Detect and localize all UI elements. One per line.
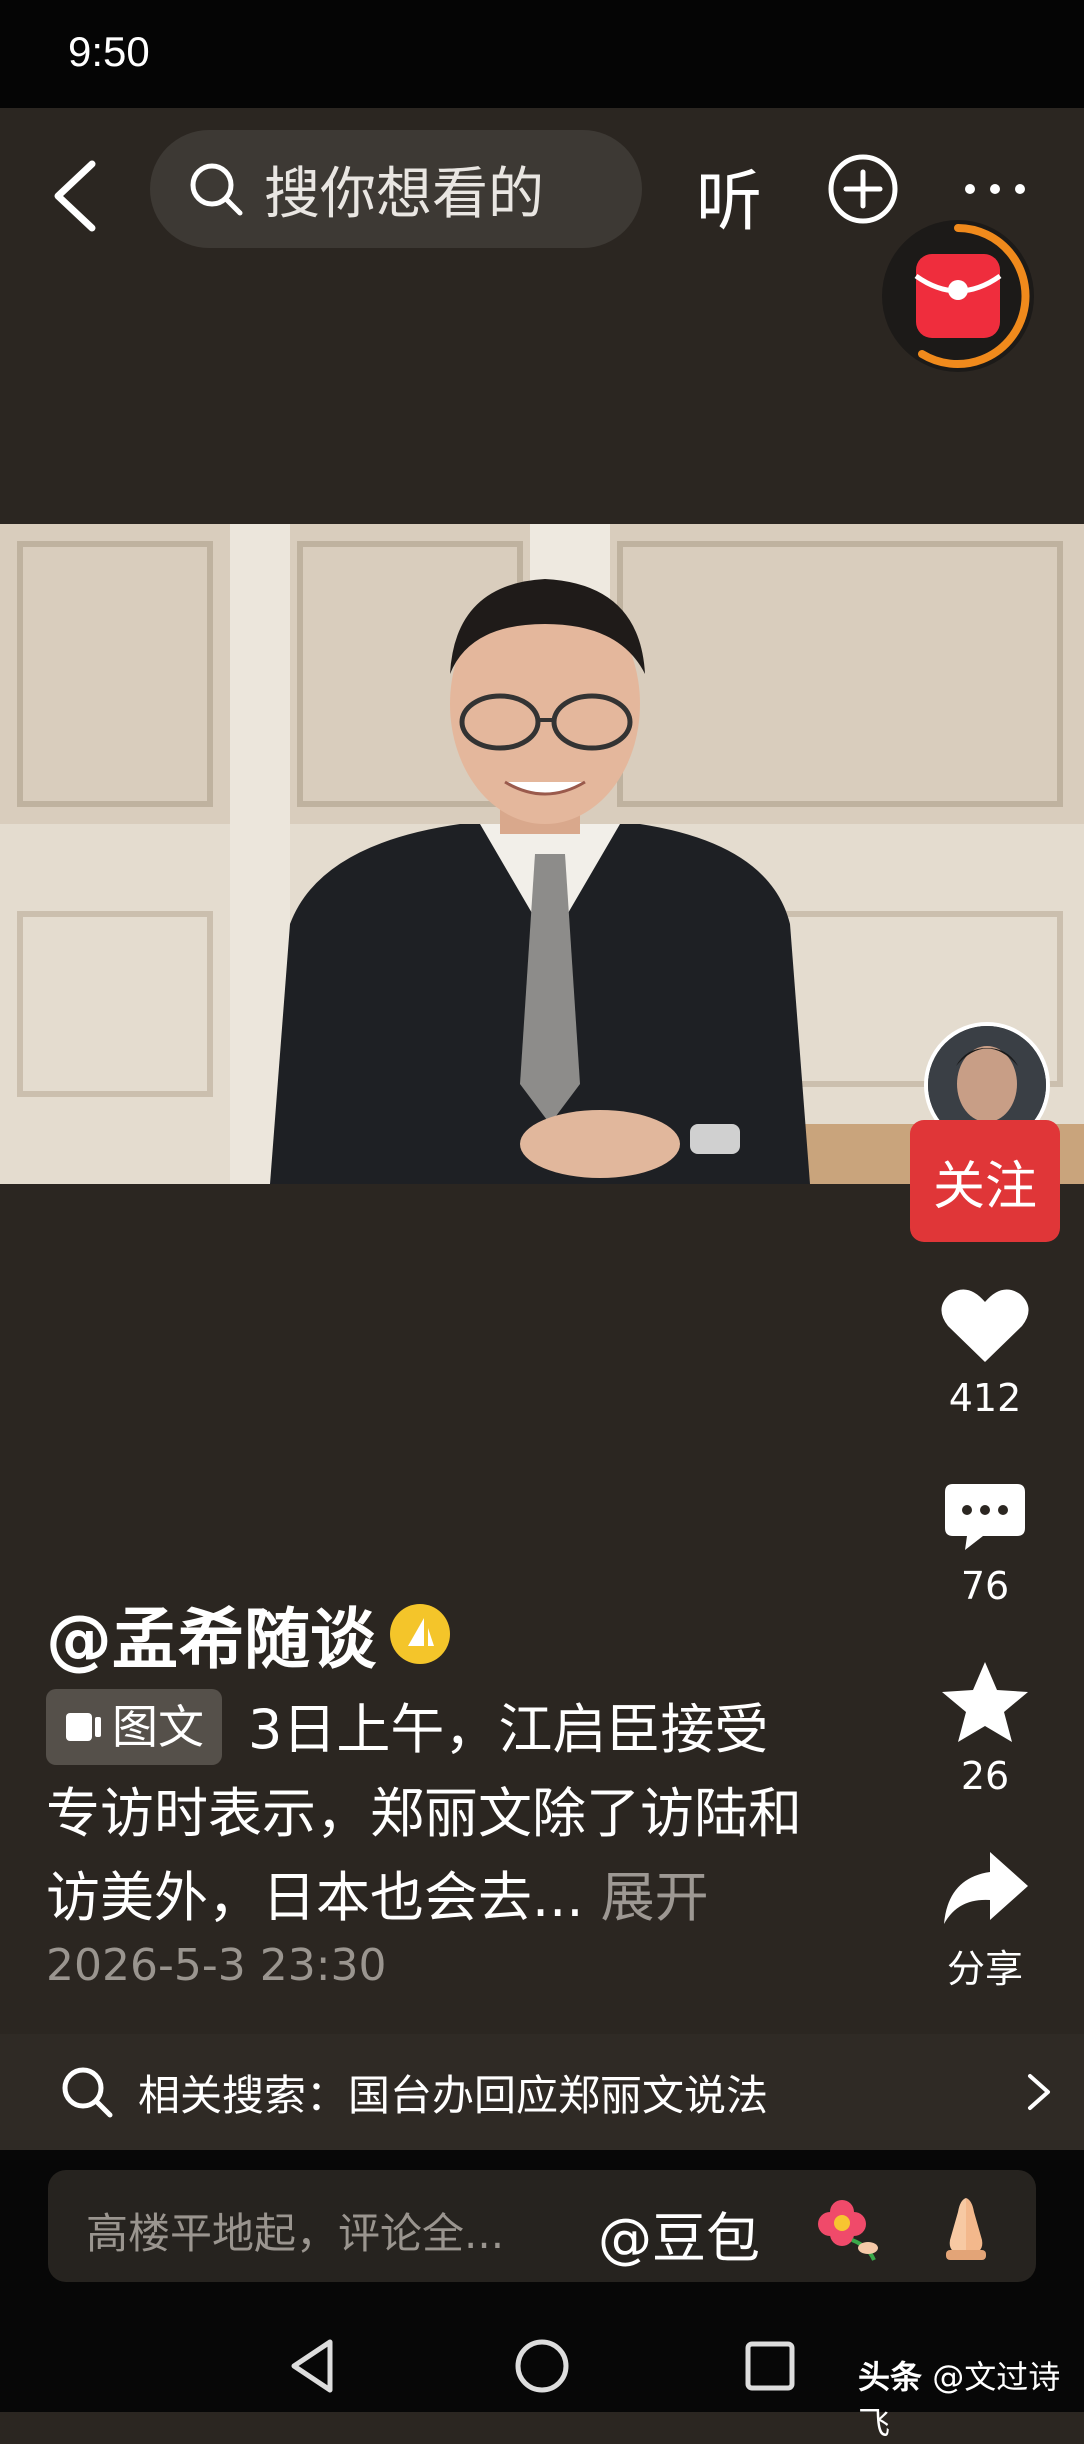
related-search[interactable]: 相关搜索：国台办回应郑丽文说法 <box>0 2034 1084 2150</box>
flower-emoji-icon[interactable] <box>812 2190 884 2262</box>
post-photo[interactable] <box>0 524 1084 1184</box>
description-line-3: 访美外，日本也会去... <box>46 1866 584 1929</box>
search-icon <box>62 2067 113 2118</box>
more-icon[interactable] <box>960 164 1030 214</box>
star-icon <box>942 1662 1028 1742</box>
post-date: 2026-5-3 23:30 <box>46 1940 387 1991</box>
verified-badge-icon <box>390 1604 450 1664</box>
author-handle: @孟希随谈 <box>46 1601 376 1678</box>
red-packet-button[interactable] <box>882 220 1034 372</box>
share-action[interactable]: 分享 <box>920 1848 1050 1993</box>
back-button[interactable] <box>46 154 106 238</box>
nav-recents-icon[interactable] <box>738 2334 802 2398</box>
back-arrow-icon <box>54 160 96 232</box>
favorite-action[interactable]: 26 <box>920 1660 1050 1798</box>
comment-icon <box>945 1484 1025 1550</box>
author-name[interactable]: @孟希随谈 <box>46 1586 452 1682</box>
status-time: 9:50 <box>68 28 150 75</box>
nav-home-icon[interactable] <box>510 2334 574 2398</box>
expand-link[interactable]: 展开 <box>601 1866 709 1929</box>
watermark-brand: 头条 <box>858 2358 923 2396</box>
description-line-1: 3日上午，江启臣接受 <box>248 1698 769 1761</box>
related-search-label: 相关搜索：国台办回应郑丽文说法 <box>138 2070 769 2120</box>
comment-action[interactable]: 76 <box>920 1480 1050 1608</box>
search-bar[interactable]: 搜你想看的 <box>150 130 642 248</box>
pray-hands-emoji-icon[interactable] <box>930 2190 1002 2262</box>
post-type-label: 图文 <box>112 1700 204 1755</box>
heart-icon <box>941 1289 1029 1362</box>
like-count: 412 <box>948 1376 1022 1420</box>
nav-back-icon[interactable] <box>282 2334 346 2398</box>
chevron-right-icon <box>1028 2074 1050 2110</box>
share-label: 分享 <box>946 1947 1023 1991</box>
post-description: 图文 3日上午，江启臣接受 专访时表示，郑丽文除了访陆和 访美外，日本也会去..… <box>46 1688 876 1940</box>
status-bar: 9:50 <box>0 0 1084 108</box>
watermark: 头条 @文过诗飞 <box>858 2352 1084 2444</box>
search-placeholder: 搜你想看的 <box>264 161 544 227</box>
comment-placeholder: 高楼平地起，评论全... <box>86 2209 505 2258</box>
listen-button[interactable]: 听 <box>696 148 762 244</box>
favorite-count: 26 <box>960 1754 1010 1798</box>
mention-button[interactable]: @豆包 <box>598 2194 760 2273</box>
red-packet-icon <box>914 224 1030 368</box>
search-icon <box>190 163 243 216</box>
follow-button[interactable]: 关注 <box>910 1120 1060 1242</box>
post-type-tag: 图文 <box>46 1689 222 1766</box>
add-icon[interactable] <box>826 152 900 226</box>
like-action[interactable]: 412 <box>920 1286 1050 1420</box>
description-line-2: 专访时表示，郑丽文除了访陆和 <box>46 1782 802 1845</box>
image-text-icon <box>66 1713 101 1742</box>
photo-illustration <box>0 524 1084 1184</box>
comment-count: 76 <box>960 1564 1010 1608</box>
comment-input[interactable]: 高楼平地起，评论全... @豆包 <box>48 2170 1036 2282</box>
share-icon <box>944 1852 1028 1924</box>
